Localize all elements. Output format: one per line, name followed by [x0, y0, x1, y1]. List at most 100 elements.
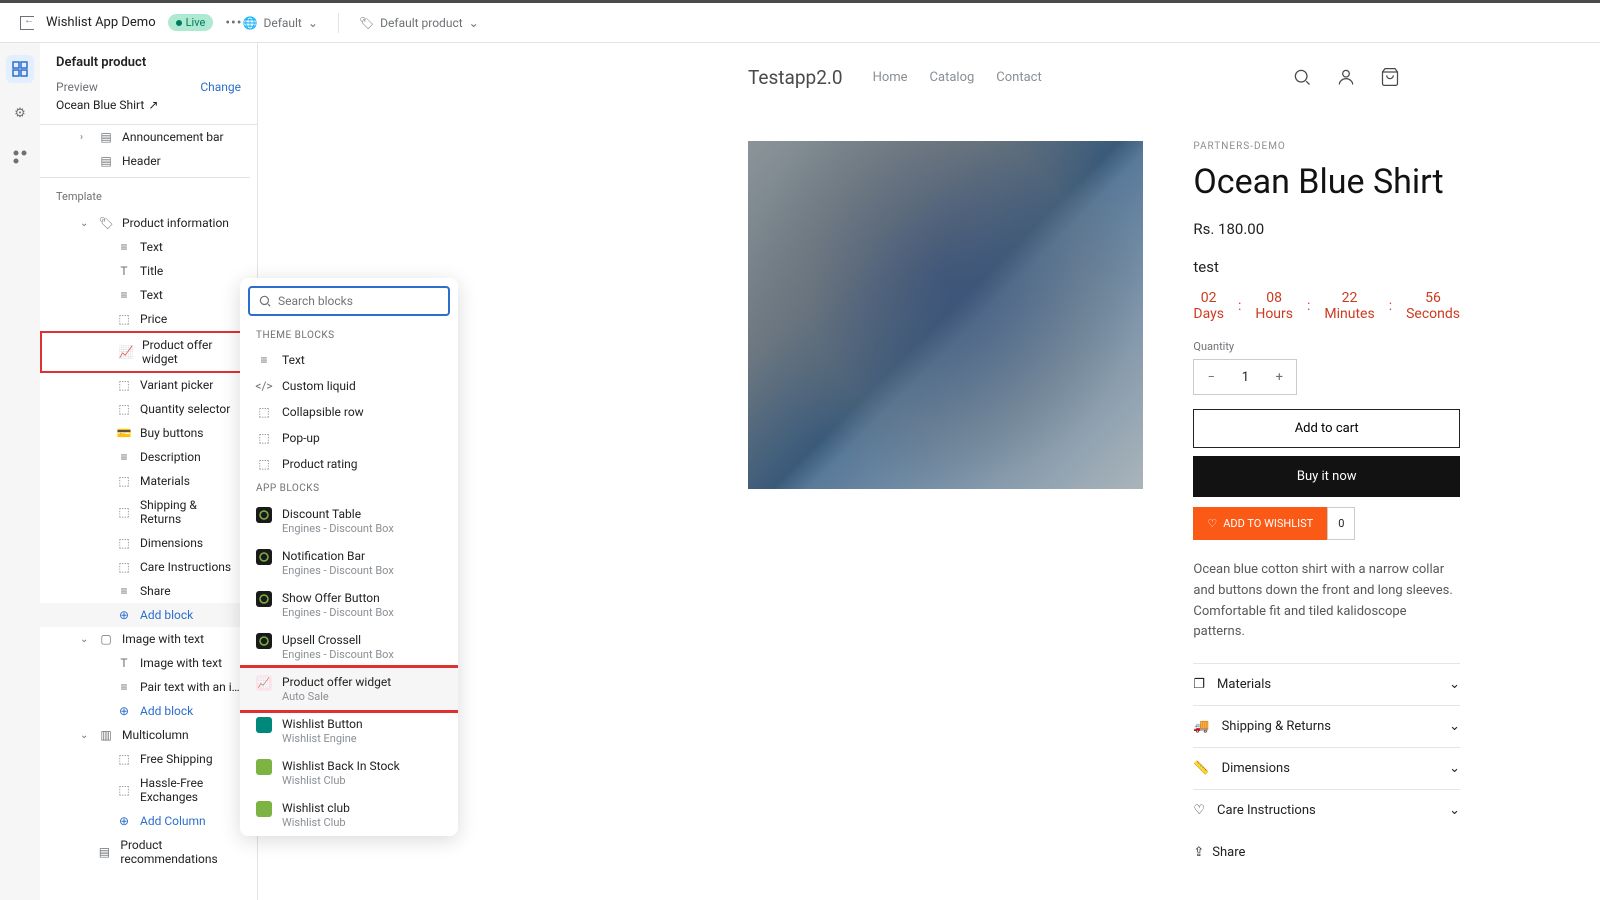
product-title: Ocean Blue Shirt: [1193, 162, 1460, 202]
engines-icon: [256, 549, 272, 565]
autosale-icon: 📈: [256, 675, 272, 691]
engines-icon: [256, 507, 272, 523]
app-upsell[interactable]: Upsell CrossellEngines - Discount Box: [240, 626, 458, 668]
layers-icon: ❐: [1193, 677, 1205, 692]
app-show-offer[interactable]: Show Offer ButtonEngines - Discount Box: [240, 584, 458, 626]
tree-image-text-item[interactable]: TImage with text: [40, 651, 250, 675]
engines-icon: [256, 591, 272, 607]
tree-description[interactable]: ≡Description: [40, 445, 250, 469]
nav-rail: ⚙: [0, 43, 40, 900]
tree-buy-buttons[interactable]: 💳Buy buttons: [40, 421, 250, 445]
add-block-button[interactable]: ⊕Add block: [40, 603, 250, 627]
truck-icon: 🚚: [1193, 719, 1209, 734]
share-button[interactable]: ⇪Share: [1193, 831, 1460, 874]
add-to-cart-button[interactable]: Add to cart: [1193, 409, 1460, 448]
tree-free-shipping[interactable]: ⬚Free Shipping: [40, 747, 250, 771]
share-icon: ⇪: [1193, 845, 1204, 860]
add-block-button[interactable]: ⊕Add block: [40, 699, 250, 723]
language-selector[interactable]: 🌐 Default ⌄: [243, 16, 318, 30]
qty-minus-button[interactable]: −: [1194, 360, 1228, 394]
tree-shipping[interactable]: ⬚Shipping & Returns: [40, 493, 250, 531]
block-custom-liquid[interactable]: </>Custom liquid: [240, 373, 458, 399]
sidebar-title: Default product: [56, 55, 241, 70]
qty-plus-button[interactable]: +: [1262, 360, 1296, 394]
buy-now-button[interactable]: Buy it now: [1193, 456, 1460, 497]
accordion-materials[interactable]: ❐Materials⌄: [1193, 663, 1460, 705]
search-icon[interactable]: [1292, 67, 1312, 87]
nav-home[interactable]: Home: [873, 70, 908, 85]
tree-announcement-bar[interactable]: ›▤Announcement bar: [40, 125, 250, 149]
test-text: test: [1193, 258, 1460, 276]
chevron-down-icon: ⌄: [1449, 803, 1460, 818]
tree-multicolumn[interactable]: ⌄▥Multicolumn: [40, 723, 250, 747]
block-product-rating[interactable]: ⬚Product rating: [240, 451, 458, 477]
tree-header[interactable]: ▤Header: [40, 149, 250, 173]
app-wishlist-club[interactable]: Wishlist clubWishlist Club: [240, 794, 458, 836]
tree-variant-picker[interactable]: ⬚Variant picker: [40, 373, 250, 397]
app-product-offer-widget[interactable]: 📈Product offer widgetAuto Sale: [240, 668, 458, 710]
tree-materials[interactable]: ⬚Materials: [40, 469, 250, 493]
tree-image-text[interactable]: ⌄▢Image with text: [40, 627, 250, 651]
wishlist-button[interactable]: ♡ADD TO WISHLIST: [1193, 507, 1327, 540]
tree-title[interactable]: TTitle: [40, 259, 250, 283]
wishlist-count: 0: [1327, 507, 1355, 540]
external-icon: ↗: [148, 98, 158, 112]
tree-product-offer-widget[interactable]: 📈Product offer widget: [40, 331, 250, 373]
preview-pane: Testapp2.0 Home Catalog Contact PARTNERS…: [258, 43, 1600, 900]
qty-label: Quantity: [1193, 340, 1460, 353]
more-icon[interactable]: •••: [225, 15, 242, 31]
heart-icon: ♡: [1207, 517, 1217, 530]
block-collapsible-row[interactable]: ⬚Collapsible row: [240, 399, 458, 425]
sidebar: Default product Preview Change Ocean Blu…: [40, 43, 258, 900]
tree-text[interactable]: ≡Text: [40, 283, 250, 307]
apps-icon[interactable]: [6, 143, 34, 171]
settings-icon[interactable]: ⚙: [6, 99, 34, 127]
product-description: Ocean blue cotton shirt with a narrow co…: [1193, 560, 1460, 643]
accordion-shipping[interactable]: 🚚Shipping & Returns⌄: [1193, 705, 1460, 747]
add-column-button[interactable]: ⊕Add Column: [40, 809, 250, 833]
preview-label: Preview: [56, 80, 98, 94]
tree-share[interactable]: ≡Share: [40, 579, 250, 603]
tree-care[interactable]: ⬚Care Instructions: [40, 555, 250, 579]
block-text[interactable]: ≡Text: [240, 347, 458, 373]
app-wishlist-button[interactable]: Wishlist ButtonWishlist Engine: [240, 710, 458, 752]
block-picker-popover: THEME BLOCKS ≡Text </>Custom liquid ⬚Col…: [240, 278, 458, 836]
globe-icon: 🌐: [243, 16, 258, 30]
tree-pair-text[interactable]: ≡Pair text with an image to fo...: [40, 675, 250, 699]
product-selector[interactable]: 🏷 Default product ⌄: [359, 16, 479, 30]
block-popup[interactable]: ⬚Pop-up: [240, 425, 458, 451]
preview-product-link[interactable]: Ocean Blue Shirt ↗: [56, 98, 241, 112]
exit-icon[interactable]: [20, 16, 34, 30]
app-discount-table[interactable]: Discount TableEngines - Discount Box: [240, 500, 458, 542]
wishlist-club-icon: [256, 801, 272, 817]
tree-text[interactable]: ≡Text: [40, 235, 250, 259]
template-label: Template: [40, 182, 250, 211]
store-header: Testapp2.0 Home Catalog Contact: [258, 43, 1600, 111]
app-notification-bar[interactable]: Notification BarEngines - Discount Box: [240, 542, 458, 584]
tree-price[interactable]: ⬚Price: [40, 307, 250, 331]
store-logo[interactable]: Testapp2.0: [748, 66, 843, 89]
nav-catalog[interactable]: Catalog: [930, 70, 975, 85]
change-link[interactable]: Change: [200, 80, 241, 94]
sections-icon[interactable]: [6, 55, 34, 83]
accordion-care[interactable]: ♡Care Instructions⌄: [1193, 789, 1460, 831]
qty-value: 1: [1228, 360, 1262, 394]
tree-hassle-free[interactable]: ⬚Hassle-Free Exchanges: [40, 771, 250, 809]
tree-quantity[interactable]: ⬚Quantity selector: [40, 397, 250, 421]
cart-icon[interactable]: [1380, 67, 1400, 87]
heart-icon: ♡: [1193, 803, 1205, 818]
ruler-icon: 📏: [1193, 761, 1209, 776]
tree-dimensions[interactable]: ⬚Dimensions: [40, 531, 250, 555]
account-icon[interactable]: [1336, 67, 1356, 87]
product-price: Rs. 180.00: [1193, 220, 1460, 238]
chevron-down-icon: ⌄: [1449, 761, 1460, 776]
search-input[interactable]: [248, 286, 450, 316]
accordion-dimensions[interactable]: 📏Dimensions⌄: [1193, 747, 1460, 789]
app-wishlist-backinstock[interactable]: Wishlist Back In StockWishlist Club: [240, 752, 458, 794]
chevron-down-icon: ⌄: [308, 16, 318, 30]
nav-contact[interactable]: Contact: [996, 70, 1041, 85]
tree-product-info[interactable]: ⌄🏷Product information: [40, 211, 250, 235]
tree-product-rec[interactable]: ▤Product recommendations: [40, 833, 250, 871]
brand-label: PARTNERS-DEMO: [1193, 141, 1460, 152]
tag-icon: 🏷: [359, 16, 374, 30]
